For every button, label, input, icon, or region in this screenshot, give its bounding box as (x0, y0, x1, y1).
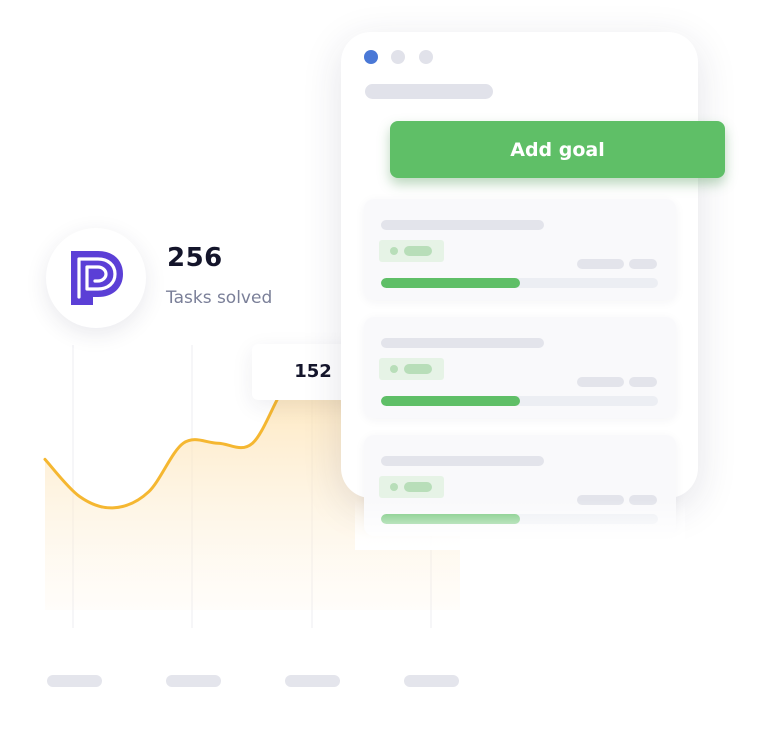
goal-progress-fill (381, 278, 520, 288)
status-text-placeholder (404, 364, 432, 374)
p-logo-icon (71, 251, 123, 305)
status-dot-icon (390, 365, 398, 373)
goal-progress-fill (381, 396, 520, 406)
goal-meta-placeholder (629, 377, 657, 387)
window-dot-gray[interactable] (391, 50, 405, 64)
goal-card[interactable] (364, 435, 676, 536)
status-text-placeholder (404, 246, 432, 256)
goal-meta-placeholder (577, 495, 624, 505)
goal-title-placeholder (381, 456, 544, 466)
status-dot-icon (390, 247, 398, 255)
x-tick-label (166, 675, 221, 687)
goal-title-placeholder (381, 220, 544, 230)
goal-card[interactable] (364, 199, 676, 300)
status-dot-icon (390, 483, 398, 491)
goal-meta-placeholder (629, 259, 657, 269)
x-tick-label (404, 675, 459, 687)
x-tick-label (285, 675, 340, 687)
status-text-placeholder (404, 482, 432, 492)
goal-title-placeholder (381, 338, 544, 348)
goal-progress-fill (381, 514, 520, 524)
goal-card[interactable] (364, 317, 676, 418)
window-dot-blue[interactable] (364, 50, 378, 64)
goal-progress-bar (381, 278, 658, 288)
window-dot-gray[interactable] (419, 50, 433, 64)
brand-logo (46, 228, 146, 328)
goal-meta-placeholder (629, 495, 657, 505)
add-goal-button[interactable]: Add goal (390, 121, 725, 178)
goal-status-tag (379, 240, 444, 262)
goal-meta-placeholder (577, 259, 624, 269)
goal-status-tag (379, 358, 444, 380)
goal-progress-bar (381, 514, 658, 524)
tasks-solved-label: Tasks solved (166, 288, 273, 308)
tasks-solved-count: 256 (167, 243, 223, 273)
goal-meta-placeholder (577, 377, 624, 387)
window-title-placeholder (365, 84, 493, 99)
goal-progress-bar (381, 396, 658, 406)
goal-status-tag (379, 476, 444, 498)
x-tick-label (47, 675, 102, 687)
